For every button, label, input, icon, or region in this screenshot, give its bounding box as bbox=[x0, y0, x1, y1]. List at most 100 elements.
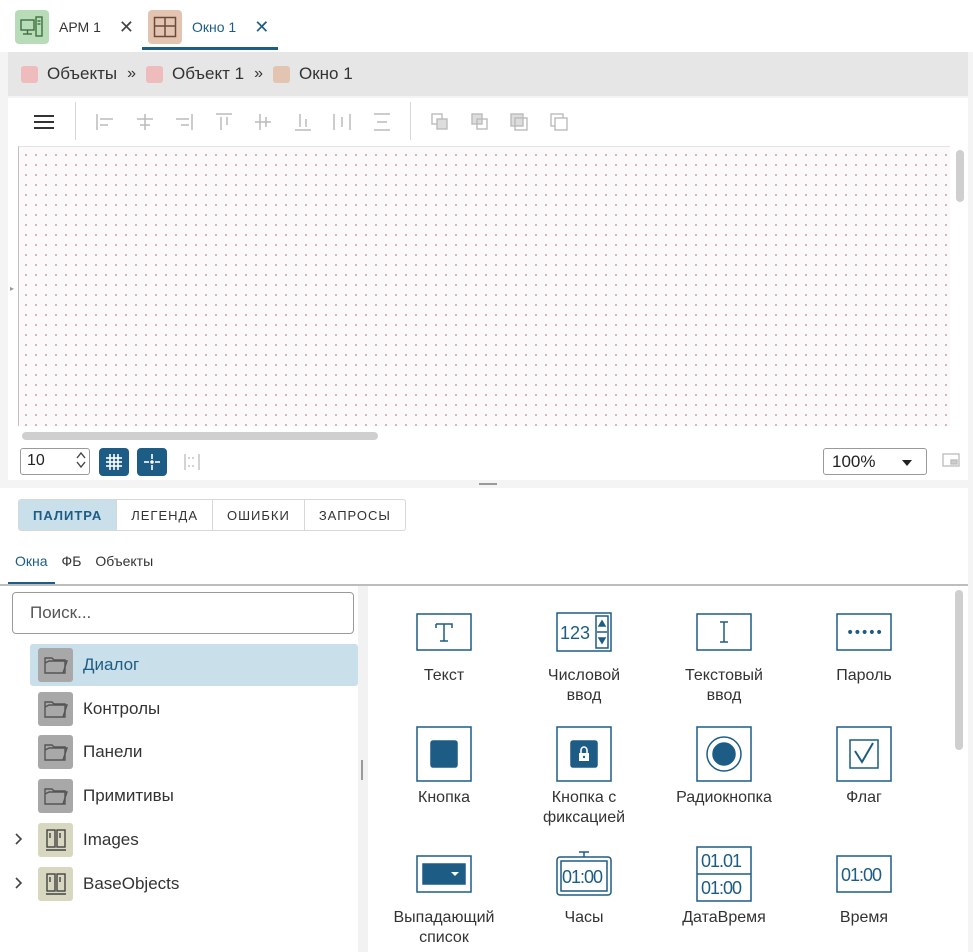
palette-item-dropdown[interactable]: Выпадающий список bbox=[374, 846, 514, 948]
palette-item-toggle-button[interactable]: Кнопка с фиксацией bbox=[514, 726, 654, 828]
align-center-h-icon[interactable] bbox=[133, 110, 157, 134]
tree-item-controls[interactable]: Контролы bbox=[30, 688, 358, 730]
grid-toggle-button[interactable] bbox=[99, 448, 129, 476]
align-right-icon[interactable] bbox=[172, 110, 196, 134]
align-bottom-icon[interactable] bbox=[291, 110, 315, 134]
align-top-icon[interactable] bbox=[212, 110, 236, 134]
tab-label: АРМ 1 bbox=[59, 19, 101, 35]
palette-item-label: Текст bbox=[423, 667, 465, 684]
numeric-input-icon: 123 bbox=[556, 604, 612, 660]
tab-requests[interactable]: ЗАПРОСЫ bbox=[305, 500, 405, 530]
palette-item-text-input[interactable]: Текстовый ввод bbox=[654, 604, 794, 706]
subtab-objects[interactable]: Объекты bbox=[88, 548, 160, 584]
tree-item-label: Панели bbox=[83, 742, 143, 761]
date-sample: 01.01 bbox=[701, 851, 742, 871]
design-canvas[interactable] bbox=[18, 146, 950, 426]
toolbar-divider bbox=[75, 102, 76, 140]
tree-item-primitives[interactable]: Примитивы bbox=[30, 775, 358, 817]
breadcrumb-label: Объекты bbox=[47, 64, 118, 83]
subtab-fb[interactable]: ФБ bbox=[55, 548, 89, 584]
search-placeholder: Поиск... bbox=[30, 603, 92, 622]
distribute-h-icon[interactable] bbox=[330, 110, 354, 134]
align-middle-icon[interactable] bbox=[251, 110, 275, 134]
breadcrumb-item-window[interactable]: Окно 1 bbox=[273, 64, 353, 84]
document-tabbar: АРМ 1 ✕ Окно 1 ✕ bbox=[0, 0, 973, 52]
palette-item-button[interactable]: Кнопка bbox=[374, 726, 514, 808]
bring-forward-icon[interactable] bbox=[507, 110, 531, 134]
time-sample: 01:00 bbox=[701, 878, 742, 898]
tree-item-panels[interactable]: Панели bbox=[30, 731, 358, 773]
minimap-icon[interactable] bbox=[942, 453, 960, 467]
splitter-grip[interactable] bbox=[361, 760, 363, 780]
dropdown-caret-icon bbox=[902, 460, 912, 466]
snap-toggle-button[interactable] bbox=[137, 448, 167, 476]
password-mask: ••••• bbox=[846, 625, 882, 641]
expand-left-icon[interactable]: ▸ bbox=[10, 284, 14, 293]
horizontal-scrollbar[interactable] bbox=[22, 432, 378, 440]
bring-front-icon[interactable] bbox=[428, 110, 452, 134]
tree-item-label: Контролы bbox=[83, 699, 161, 718]
close-icon[interactable]: ✕ bbox=[254, 18, 269, 36]
tree-item-label: Images bbox=[83, 830, 139, 849]
grid-step-input[interactable]: 10 bbox=[20, 448, 90, 475]
breadcrumb: Объекты » Объект 1 » Окно 1 bbox=[8, 52, 968, 96]
window-layout-icon bbox=[148, 10, 182, 44]
send-backward-icon[interactable] bbox=[547, 110, 571, 134]
palette-scrollbar[interactable] bbox=[955, 590, 963, 750]
guides-icon[interactable] bbox=[180, 450, 204, 474]
palette-item-clock[interactable]: 01:00 Часы bbox=[514, 846, 654, 928]
chevron-right-icon[interactable] bbox=[14, 831, 24, 851]
send-back-icon[interactable] bbox=[468, 110, 492, 134]
zoom-select[interactable]: 100% bbox=[823, 448, 927, 475]
library-icon bbox=[38, 823, 73, 857]
tab-legend[interactable]: ЛЕГЕНДА bbox=[117, 500, 213, 530]
tree-item-images[interactable]: Images bbox=[15, 819, 358, 861]
breadcrumb-item-object[interactable]: Объект 1 bbox=[146, 64, 244, 84]
tree-item-dialog[interactable]: Диалог bbox=[30, 644, 358, 686]
distribute-v-icon[interactable] bbox=[370, 110, 394, 134]
palette-item-label: Текстовый ввод bbox=[685, 667, 763, 704]
divider bbox=[0, 584, 968, 586]
objects-swatch-icon bbox=[21, 65, 38, 83]
align-left-icon[interactable] bbox=[93, 110, 117, 134]
tree-item-label: BaseObjects bbox=[83, 874, 180, 893]
password-icon: ••••• bbox=[836, 604, 892, 660]
palette-item-radio[interactable]: Радиокнопка bbox=[654, 726, 794, 808]
zoom-value: 100% bbox=[832, 452, 876, 471]
toolbar-divider bbox=[410, 102, 411, 140]
tab-window-1[interactable]: Окно 1 ✕ bbox=[148, 6, 269, 48]
hamburger-icon[interactable] bbox=[32, 110, 56, 134]
breadcrumb-separator: » bbox=[127, 65, 137, 82]
breadcrumb-item-objects[interactable]: Объекты bbox=[21, 64, 117, 84]
palette-item-label: Флаг bbox=[846, 789, 882, 806]
palette-item-datetime[interactable]: 01.01 01:00 ДатаВремя bbox=[654, 846, 794, 928]
toggle-button-icon bbox=[556, 726, 612, 782]
palette-item-password[interactable]: ••••• Пароль bbox=[794, 604, 934, 686]
close-icon[interactable]: ✕ bbox=[119, 18, 134, 36]
palette-item-time[interactable]: 01:00 Время bbox=[794, 846, 934, 928]
breadcrumb-separator: » bbox=[254, 65, 263, 82]
workstation-icon bbox=[15, 10, 49, 44]
numeric-input-sample: 123 bbox=[560, 623, 590, 643]
clock-icon: 01:00 bbox=[556, 846, 612, 902]
palette-item-checkbox[interactable]: Флаг bbox=[794, 726, 934, 808]
palette-item-numeric-input[interactable]: 123 Числовой ввод bbox=[514, 604, 654, 706]
chevron-right-icon[interactable] bbox=[14, 875, 24, 895]
tab-arm-1[interactable]: АРМ 1 ✕ bbox=[15, 6, 134, 48]
palette-item-label: Время bbox=[839, 909, 889, 926]
tab-errors[interactable]: ОШИБКИ bbox=[213, 500, 305, 530]
search-input[interactable]: Поиск... bbox=[12, 592, 354, 634]
tree-palette-splitter[interactable] bbox=[358, 586, 368, 952]
tree-item-baseobjects[interactable]: BaseObjects bbox=[15, 863, 358, 905]
palette-item-label: Пароль bbox=[836, 667, 892, 684]
radio-icon bbox=[696, 726, 752, 782]
button-icon bbox=[416, 726, 472, 782]
vertical-scrollbar[interactable] bbox=[956, 150, 964, 202]
stepper-arrows[interactable] bbox=[76, 451, 86, 469]
snap-crosshair-icon bbox=[144, 454, 160, 470]
panel-resize-handle[interactable] bbox=[479, 483, 497, 485]
tab-palette[interactable]: ПАЛИТРА bbox=[19, 500, 118, 530]
palette-item-text[interactable]: Текст bbox=[374, 604, 514, 686]
window-editor: ▸ 10 100% bbox=[8, 98, 968, 480]
subtab-windows[interactable]: Окна bbox=[8, 548, 55, 584]
